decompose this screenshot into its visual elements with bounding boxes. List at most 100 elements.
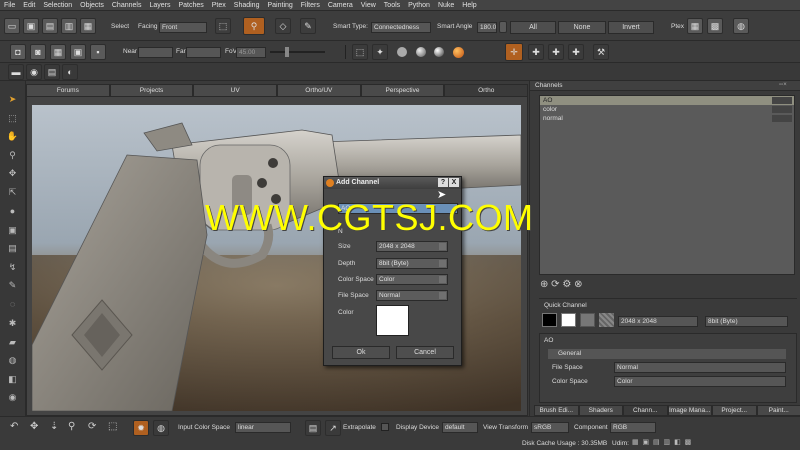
tab-projects[interactable]: Projects xyxy=(109,84,194,96)
refresh-channel-icon[interactable]: ⟳ xyxy=(551,279,559,290)
shelf-tool-3-icon[interactable]: ▤ xyxy=(44,64,60,80)
display-device-select[interactable]: default xyxy=(442,422,478,433)
fov-slider-handle[interactable] xyxy=(285,47,289,57)
export-icon[interactable]: ▥ xyxy=(61,18,77,34)
menu-item-painting[interactable]: Painting xyxy=(263,2,296,9)
object-icon[interactable]: ▣ xyxy=(70,44,86,60)
channel-actions-icon[interactable] xyxy=(772,97,792,104)
channel-item-ao[interactable]: AO xyxy=(540,96,794,105)
close-icon[interactable]: X xyxy=(449,178,459,187)
fov-slider[interactable] xyxy=(270,51,325,53)
axis-z-icon[interactable]: ✚ xyxy=(568,44,584,60)
color-space-select[interactable]: Color xyxy=(376,274,448,285)
menu-item-patches[interactable]: Patches xyxy=(174,2,207,9)
menu-item-view[interactable]: View xyxy=(357,2,380,9)
channel-item-color[interactable]: color xyxy=(540,105,794,114)
material-shading-icon[interactable] xyxy=(453,47,464,58)
tab-ortho-uv[interactable]: Ortho/UV xyxy=(277,84,361,96)
dodge-icon[interactable]: ◉ xyxy=(6,391,19,403)
menu-item-filters[interactable]: Filters xyxy=(297,2,324,9)
select-none-button[interactable]: None xyxy=(558,21,606,34)
lit-shading-icon[interactable] xyxy=(416,47,426,57)
color-space-select[interactable]: Color xyxy=(614,376,786,387)
uv-icon[interactable]: ▦ xyxy=(50,44,66,60)
menu-item-nuke[interactable]: Nuke xyxy=(434,2,458,9)
status-icon-6[interactable]: ▩ xyxy=(685,439,692,446)
select-all-button[interactable]: All xyxy=(510,21,556,34)
frame-icon[interactable]: ⬚ xyxy=(108,421,117,432)
facing-select[interactable]: Front xyxy=(159,22,207,33)
flat-shading-icon[interactable] xyxy=(397,47,407,57)
fill-icon[interactable]: ◍ xyxy=(6,354,19,366)
axis-y-icon[interactable]: ✚ xyxy=(548,44,564,60)
panel-tab-project[interactable]: Project... xyxy=(712,405,757,416)
menu-item-ptex[interactable]: Ptex xyxy=(208,2,230,9)
status-icon-4[interactable]: ▥ xyxy=(664,439,671,446)
panel-tab-shaders[interactable]: Shaders xyxy=(578,405,623,416)
menu-item-python[interactable]: Python xyxy=(404,2,434,9)
invert-selection-button[interactable]: Invert xyxy=(608,21,654,34)
size-select[interactable]: 2048 x 2048 xyxy=(376,241,448,252)
quick-depth-select[interactable]: 8bit (Byte) xyxy=(705,316,788,327)
texture-icon[interactable]: ◍ xyxy=(153,420,169,436)
panel-tab-image-mana[interactable]: Image Mana... xyxy=(667,405,712,416)
smudge-icon[interactable]: ↯ xyxy=(6,261,19,273)
brush-select-icon[interactable]: ✎ xyxy=(300,18,316,34)
status-icon-5[interactable]: ◧ xyxy=(674,439,681,446)
quick-size-select[interactable]: 2048 x 2048 xyxy=(618,316,698,327)
marquee-select-icon[interactable]: ⬚ xyxy=(215,18,231,34)
file-space-select[interactable]: Normal xyxy=(614,362,786,373)
menu-item-camera[interactable]: Camera xyxy=(324,2,357,9)
menu-item-channels[interactable]: Channels xyxy=(108,2,146,9)
panel-tab-brush-edi[interactable]: Brush Edi... xyxy=(534,405,579,416)
fov-input[interactable]: 45.00 xyxy=(236,47,266,58)
ptex-tiles-icon[interactable]: ▩ xyxy=(707,18,723,34)
status-icon-2[interactable]: ▣ xyxy=(643,439,650,446)
open-file-icon[interactable]: ▣ xyxy=(23,18,39,34)
shelf-tool-2-icon[interactable]: ◉ xyxy=(26,64,42,80)
import-icon[interactable]: ▦ xyxy=(80,18,96,34)
lighting-icon[interactable]: ✹ xyxy=(133,420,149,436)
sharpen-icon[interactable]: ✱ xyxy=(6,317,19,329)
quick-color-pattern[interactable] xyxy=(599,313,614,327)
shelf-tool-4-icon[interactable]: ◐ xyxy=(62,64,78,80)
snap-icon[interactable]: ✛ xyxy=(505,43,523,61)
panel-controls-icon[interactable]: ▫▫× xyxy=(779,82,797,89)
menu-item-help[interactable]: Help xyxy=(458,2,480,9)
menu-item-tools[interactable]: Tools xyxy=(380,2,404,9)
menu-item-shading[interactable]: Shading xyxy=(230,2,264,9)
channel-actions-icon[interactable] xyxy=(772,106,792,113)
color-swatch[interactable] xyxy=(376,305,409,336)
undo-icon[interactable]: ↶ xyxy=(10,421,18,432)
full-shading-icon[interactable] xyxy=(434,47,444,57)
depth-select[interactable]: 8bit (Byte) xyxy=(376,258,448,269)
quick-color-white[interactable] xyxy=(561,313,576,327)
extrapolate-icon[interactable]: ↗ xyxy=(325,420,341,436)
smart-type-select[interactable]: Connectedness xyxy=(371,22,431,33)
move-icon[interactable]: ✥ xyxy=(6,167,19,179)
camera-icon[interactable]: ◘ xyxy=(10,44,26,60)
eyedropper-icon[interactable]: ✎ xyxy=(6,279,19,291)
new-file-icon[interactable]: ▭ xyxy=(4,18,20,34)
symmetry-icon[interactable]: ⚒ xyxy=(593,44,609,60)
status-icon-1[interactable]: ▦ xyxy=(632,439,639,446)
transform-icon[interactable]: ⇱ xyxy=(6,186,19,198)
menu-item-objects[interactable]: Objects xyxy=(76,2,108,9)
menu-item-layers[interactable]: Layers xyxy=(145,2,174,9)
near-input[interactable] xyxy=(138,47,173,58)
axis-x-icon[interactable]: ✚ xyxy=(528,44,544,60)
patch-icon[interactable]: ▪ xyxy=(90,44,106,60)
file-space-select[interactable]: Normal xyxy=(376,290,448,301)
stamp-icon[interactable]: ▣ xyxy=(6,224,19,236)
eraser-icon[interactable]: ▰ xyxy=(6,336,19,348)
view-transform-select[interactable]: sRGB xyxy=(531,422,569,433)
paint-icon[interactable]: ● xyxy=(6,205,19,217)
shaded-icon[interactable]: ✦ xyxy=(372,44,388,60)
save-file-icon[interactable]: ▤ xyxy=(42,18,58,34)
gradient-icon[interactable]: ◧ xyxy=(6,373,19,385)
move-gizmo-icon[interactable]: ✥ xyxy=(30,421,38,432)
cancel-button[interactable]: Cancel xyxy=(396,346,454,359)
tab-perspective[interactable]: Perspective xyxy=(360,84,445,96)
panel-tab-paint[interactable]: Paint... xyxy=(756,405,800,416)
menu-item-selection[interactable]: Selection xyxy=(39,2,76,9)
